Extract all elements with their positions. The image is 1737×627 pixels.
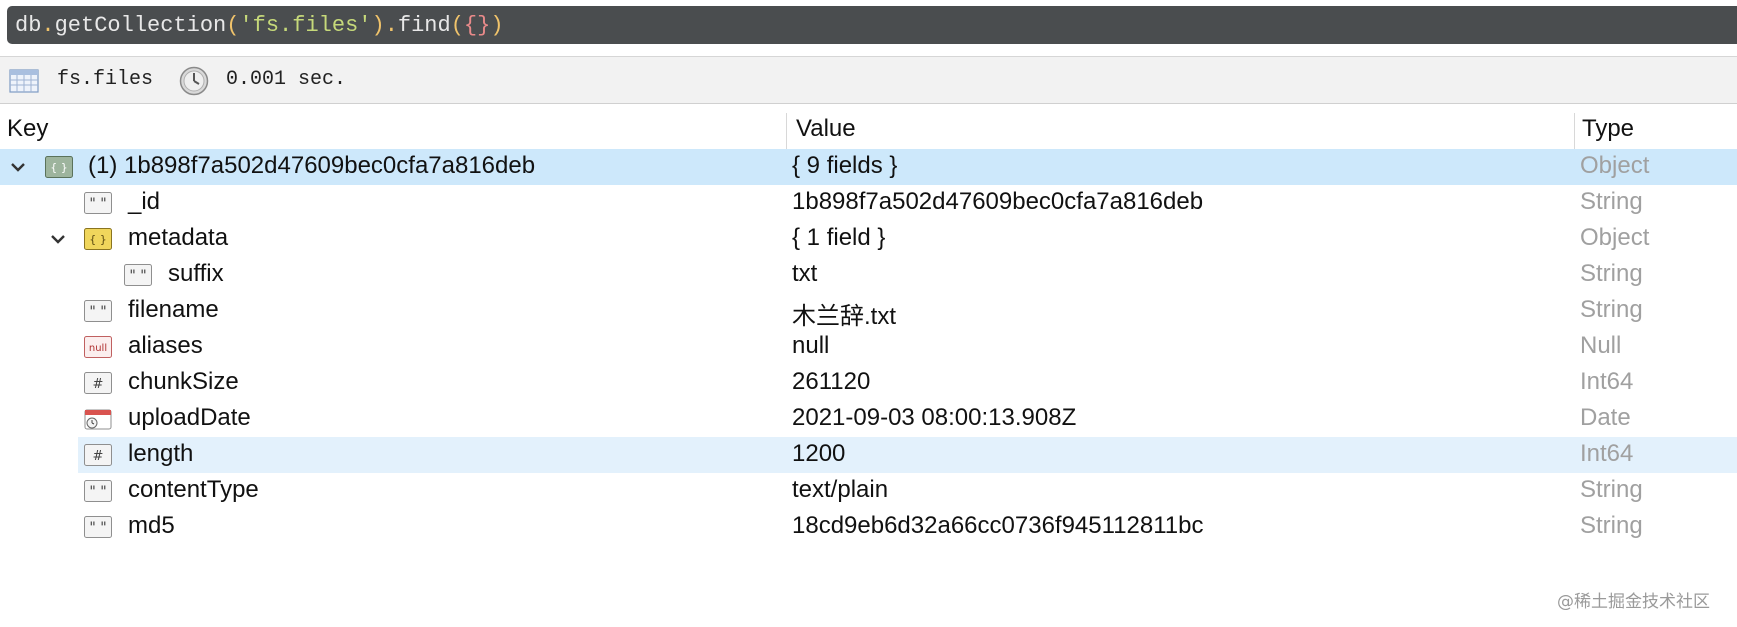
query-token: 'fs.files' [239, 12, 372, 38]
query-token: ) [490, 12, 504, 38]
row-value: txt [792, 260, 818, 287]
tree-row[interactable]: md5 18cd9eb6d32a66cc0736f945112811bc Str… [0, 509, 1737, 545]
row-key: aliases [128, 332, 203, 359]
string-icon [84, 192, 112, 214]
row-type: String [1580, 476, 1643, 503]
tree-row[interactable]: filename 木兰辞.txt String [0, 293, 1737, 330]
row-type: Object [1580, 224, 1650, 251]
chevron-down-icon[interactable] [9, 158, 27, 176]
query-token: . [384, 12, 398, 38]
row-type: Null [1580, 332, 1622, 359]
string-icon [84, 516, 112, 538]
string-icon [124, 264, 152, 286]
column-value-header[interactable]: Value [796, 115, 856, 143]
row-value: 261120 [792, 368, 871, 395]
query-token: } [477, 12, 491, 38]
row-value: text/plain [792, 476, 889, 503]
row-key: suffix [168, 260, 224, 287]
column-header: Key Value Type [0, 113, 1737, 157]
number-icon [84, 444, 112, 466]
table-icon [9, 69, 39, 93]
row-key: uploadDate [128, 404, 251, 431]
row-type: String [1580, 188, 1643, 215]
row-value: { 1 field } [792, 224, 886, 251]
query-token: ) [371, 12, 385, 38]
query-token: find [397, 12, 451, 38]
tree-row[interactable]: _id 1b898f7a502d47609bec0cfa7a816deb Str… [0, 185, 1737, 221]
object-icon [84, 228, 112, 250]
string-icon [84, 300, 112, 322]
result-toolbar: fs.files 0.001 sec. [0, 56, 1737, 104]
row-value: 18cd9eb6d32a66cc0736f945112811bc [792, 512, 1204, 539]
query-token: . [41, 12, 55, 38]
tree-row-document[interactable]: (1) 1b898f7a502d47609bec0cfa7a816deb { 9… [0, 149, 1737, 185]
execution-time: 0.001 sec. [226, 68, 347, 91]
query-token: ( [226, 12, 240, 38]
row-key: metadata [128, 224, 229, 251]
row-type: Date [1580, 404, 1631, 431]
collection-name: fs.files [57, 68, 154, 91]
query-token: getCollection [54, 12, 227, 38]
row-type: Int64 [1580, 440, 1634, 467]
tree-row[interactable]: uploadDate 2021-09-03 08:00:13.908Z Date [0, 401, 1737, 437]
string-icon [84, 480, 112, 502]
date-icon [84, 408, 112, 430]
row-key: chunkSize [128, 368, 239, 395]
chevron-down-icon[interactable] [49, 230, 67, 248]
row-type: String [1580, 260, 1643, 287]
row-value: 2021-09-03 08:00:13.908Z [792, 404, 1077, 431]
row-key: md5 [128, 512, 175, 539]
object-icon [45, 156, 73, 178]
row-key: (1) 1b898f7a502d47609bec0cfa7a816deb [88, 152, 536, 179]
null-icon [84, 336, 112, 358]
row-value: 1b898f7a502d47609bec0cfa7a816deb [792, 188, 1204, 215]
tree-row[interactable]: suffix txt String [0, 257, 1737, 293]
query-editor[interactable]: db. getCollection('fs.files'). find({}) [7, 6, 1737, 44]
query-token: ( [450, 12, 464, 38]
tree-row[interactable]: length 1200 Int64 [78, 437, 1737, 473]
row-type: Int64 [1580, 368, 1634, 395]
query-token: db [15, 12, 42, 38]
query-token: { [463, 12, 478, 38]
row-key: _id [128, 188, 161, 215]
row-key: contentType [128, 476, 259, 503]
row-value: null [792, 332, 830, 359]
clock-icon [179, 66, 209, 96]
row-value: 木兰辞.txt [792, 303, 897, 330]
tree-row[interactable]: aliases null Null [0, 329, 1737, 365]
row-type: Object [1580, 152, 1650, 179]
number-icon [84, 372, 112, 394]
column-key-header[interactable]: Key [7, 115, 48, 143]
tree-row[interactable]: chunkSize 261120 Int64 [0, 365, 1737, 401]
row-type: String [1580, 512, 1643, 539]
row-key: length [128, 440, 194, 467]
column-type-header[interactable]: Type [1582, 115, 1634, 143]
row-value: 1200 [792, 440, 846, 467]
watermark: @稀土掘金技术社区 [1557, 592, 1710, 612]
row-key: filename [128, 296, 219, 323]
tree-row[interactable]: contentType text/plain String [0, 473, 1737, 509]
tree-row-metadata[interactable]: metadata { 1 field } Object [0, 221, 1737, 257]
row-value: { 9 fields } [792, 152, 898, 179]
row-type: String [1580, 296, 1643, 323]
